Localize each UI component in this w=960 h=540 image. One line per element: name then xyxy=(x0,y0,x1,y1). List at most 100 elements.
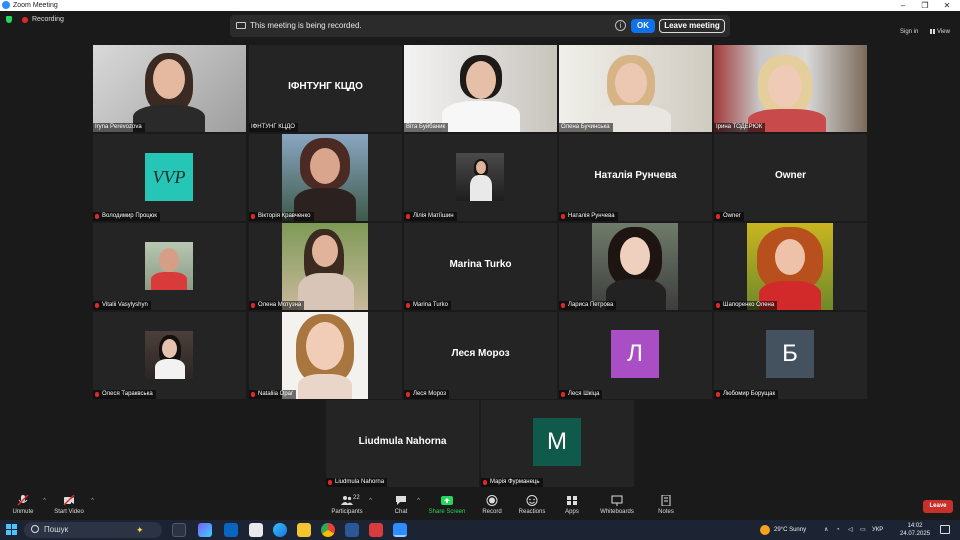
whiteboards-button[interactable]: Whiteboards xyxy=(598,492,636,520)
reactions-button[interactable]: Reactions xyxy=(518,492,546,520)
notes-button[interactable]: Notes xyxy=(654,492,678,520)
speaker-icon[interactable]: ◁ xyxy=(848,520,853,540)
participant-tile[interactable]: Наталія Рунчева Наталія Рунчева xyxy=(559,134,712,221)
participant-tile[interactable]: Лариса Петрова xyxy=(559,223,712,310)
battery-icon[interactable]: ▭ xyxy=(860,520,866,540)
recording-banner: This meeting is being recorded. i OK Lea… xyxy=(230,15,730,37)
participant-display-name: Marina Turko xyxy=(449,259,512,270)
participant-tile[interactable]: М Марія Фурманець xyxy=(481,400,634,487)
participant-nameplate: Олена Мотузна xyxy=(249,301,305,310)
leave-meeting-button[interactable]: Leave meeting xyxy=(659,19,725,33)
tray-overflow-icon[interactable]: ∧ xyxy=(824,520,828,540)
participant-tile[interactable]: Віта Буйбаник xyxy=(404,45,557,132)
participant-tile[interactable]: Шапоренко Олена xyxy=(714,223,867,310)
ok-button[interactable]: OK xyxy=(631,19,655,33)
copilot-app-icon[interactable] xyxy=(198,523,212,537)
minimize-icon[interactable]: – xyxy=(892,0,914,11)
participant-tile[interactable]: Леся Мороз Леся Мороз xyxy=(404,312,557,399)
reactions-icon xyxy=(526,495,538,506)
file-explorer-icon[interactable] xyxy=(297,523,311,537)
participant-photo xyxy=(592,223,678,310)
unmute-caret-icon[interactable]: ^ xyxy=(43,498,46,504)
muted-mic-icon xyxy=(716,392,720,397)
participant-photo xyxy=(282,312,368,399)
participant-video xyxy=(404,45,557,132)
chat-button[interactable]: Chat ^ xyxy=(390,492,420,520)
recording-indicator[interactable]: Recording xyxy=(6,16,64,28)
shield-icon xyxy=(6,16,12,23)
participant-nameplate: Marina Turko xyxy=(404,301,452,310)
participant-tile[interactable]: Олена Мотузна xyxy=(249,223,402,310)
participant-tile[interactable]: Vitalii Vasylyshyn xyxy=(93,223,246,310)
participant-nameplate: Леся Мороз xyxy=(404,390,449,399)
participant-tile[interactable]: Owner Owner xyxy=(714,134,867,221)
muted-mic-icon xyxy=(406,392,410,397)
wps-app-icon[interactable] xyxy=(369,523,383,537)
zoom-taskbar-icon[interactable] xyxy=(393,523,407,537)
participant-nameplate: Owner xyxy=(714,212,744,221)
participant-avatar-letter: Б xyxy=(766,330,814,378)
participants-caret-icon[interactable]: ^ xyxy=(369,498,372,504)
participant-nameplate: Nataliia Oраг xyxy=(249,390,297,399)
unmute-button[interactable]: Unmute ^ xyxy=(8,492,46,520)
participant-tile[interactable]: Iryna Perevozova xyxy=(93,45,246,132)
view-button[interactable]: View xyxy=(930,29,950,35)
chat-caret-icon[interactable]: ^ xyxy=(417,498,420,504)
record-button[interactable]: Record xyxy=(480,492,504,520)
participant-tile[interactable]: Олена Бучинська xyxy=(559,45,712,132)
apps-button[interactable]: Apps xyxy=(562,492,582,520)
edge-browser-icon[interactable] xyxy=(273,523,287,537)
video-off-icon xyxy=(63,495,75,506)
participants-button[interactable]: Participants 22 ^ xyxy=(330,492,372,520)
participant-nameplate: Олеся Тараквська xyxy=(93,390,156,399)
participant-display-name: Леся Мороз xyxy=(451,348,510,359)
participant-tile[interactable]: Marina Turko Marina Turko xyxy=(404,223,557,310)
muted-mic-icon xyxy=(251,303,255,308)
taskbar-search-box[interactable]: Пошук ✦ xyxy=(24,522,162,538)
participant-tile[interactable]: VVP Володимир Процюк xyxy=(93,134,246,221)
restore-icon[interactable]: ❐ xyxy=(914,0,936,11)
participant-tile[interactable]: Nataliia Oраг xyxy=(249,312,402,399)
participant-nameplate: Леся Шкіца xyxy=(559,390,603,399)
participant-logo: VVP xyxy=(145,153,193,201)
participant-photo xyxy=(282,223,368,310)
language-indicator[interactable]: УКР xyxy=(872,520,883,540)
wifi-icon[interactable]: ◔ xyxy=(836,520,840,540)
notes-icon xyxy=(661,495,671,506)
participant-photo xyxy=(282,134,368,221)
close-icon[interactable]: ✕ xyxy=(936,0,958,11)
store-app-icon[interactable] xyxy=(249,523,263,537)
weather-sun-icon xyxy=(760,525,770,535)
notification-icon[interactable] xyxy=(940,525,950,534)
muted-mic-icon xyxy=(406,303,410,308)
word-app-icon[interactable] xyxy=(345,523,359,537)
participant-nameplate: Лариса Петрова xyxy=(559,301,617,310)
windows-start-icon[interactable] xyxy=(6,524,18,536)
muted-mic-icon xyxy=(95,392,99,397)
muted-mic-icon xyxy=(561,303,565,308)
info-icon[interactable]: i xyxy=(615,20,626,31)
sign-in-link[interactable]: Sign in xyxy=(900,29,918,35)
zoom-app-icon xyxy=(2,1,10,9)
participant-tile[interactable]: ІФНТУНГ КЦДО ІФНТУНГ КЦДО xyxy=(249,45,402,132)
weather-text[interactable]: 29°C Sunny xyxy=(774,520,806,540)
start-video-button[interactable]: Start Video ^ xyxy=(52,492,94,520)
share-screen-button[interactable]: Share Screen xyxy=(428,492,466,520)
participant-nameplate: Олена Бучинська xyxy=(559,123,613,132)
participant-tile[interactable]: Б Любомир Борущак xyxy=(714,312,867,399)
taskbar-clock[interactable]: 14:02 24.07.2025 xyxy=(900,522,930,538)
participant-tile[interactable]: Л Леся Шкіца xyxy=(559,312,712,399)
muted-mic-icon xyxy=(406,214,410,219)
participant-tile[interactable]: Олеся Тараквська xyxy=(93,312,246,399)
participant-tile[interactable]: Вікторія Кравченко xyxy=(249,134,402,221)
participant-tile[interactable]: Лілія Матіїшин xyxy=(404,134,557,221)
start-video-caret-icon[interactable]: ^ xyxy=(91,498,94,504)
participant-photo xyxy=(747,223,833,310)
leave-button[interactable]: Leave xyxy=(923,500,953,513)
task-view-icon[interactable] xyxy=(172,523,186,537)
participant-photo xyxy=(145,242,193,290)
outlook-app-icon[interactable] xyxy=(224,523,238,537)
participant-tile[interactable]: Ірина ТОДЕРЮК xyxy=(714,45,867,132)
chrome-browser-icon[interactable] xyxy=(321,523,335,537)
participant-tile[interactable]: Liudmula Nahorna Liudmula Nahorna xyxy=(326,400,479,487)
